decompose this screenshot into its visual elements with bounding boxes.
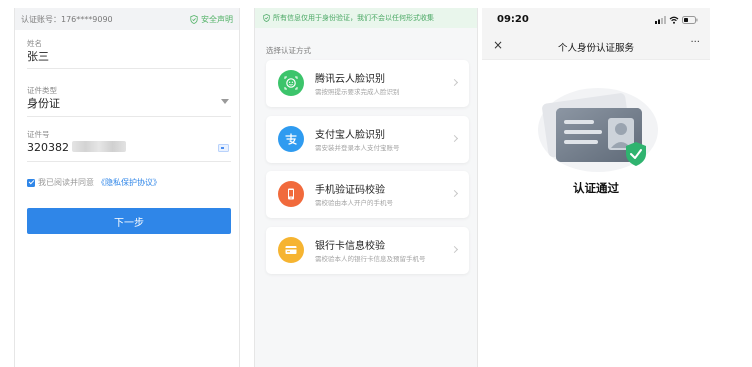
phone-icon [278,181,304,207]
next-button[interactable]: 下一步 [27,208,231,234]
method-title: 腾讯云人脸识别 [315,74,385,85]
redacted-blur [72,141,126,152]
wifi-icon [669,16,679,24]
verification-success-text: 认证通过 [573,181,619,195]
method-title: 银行卡信息校验 [315,241,385,252]
status-bar: 09:20 [482,8,710,32]
method-subtitle: 需按照提示要求完成人脸识别 [315,88,400,96]
method-bank-card[interactable]: 银行卡信息校验 需校验本人的银行卡信息及预留手机号 [266,227,469,274]
method-title: 手机验证码校验 [315,185,385,196]
shield-icon [190,14,198,24]
method-phone-code[interactable]: 手机验证码校验 需校验由本人开户的手机号 [266,171,469,218]
name-field[interactable]: 姓名 张三 [27,39,231,69]
shield-icon [263,14,270,22]
privacy-agreement-link[interactable]: 《隐私保护协议》 [97,177,161,188]
name-label: 姓名 [27,39,42,48]
signal-icon [655,16,666,24]
agreement-checkbox[interactable] [27,178,35,187]
id-number-label: 证件号 [27,130,50,139]
screenshot-stage: 认证账号：176****9090 安全声明 姓名 张三 证件类型 身份证 证件号… [0,0,752,367]
account-value: 176****9090 [61,14,113,24]
account-label: 认证账号： [21,14,61,24]
chevron-right-icon [450,245,459,254]
more-icon[interactable]: ··· [690,37,700,48]
agreement-row: 我已阅读并同意 《隐私保护协议》 [27,177,161,188]
account-bar: 认证账号：176****9090 安全声明 [15,8,239,30]
chevron-right-icon [450,189,459,198]
id-card-scan-icon[interactable] [218,144,229,152]
id-type-label: 证件类型 [27,86,57,95]
security-notice-link[interactable]: 安全声明 [190,14,233,25]
method-subtitle: 需安装并登录本人支付宝账号 [315,144,400,152]
security-notice-label: 安全声明 [201,14,233,24]
method-select-panel: 所有信息仅用于身份验证，我们不会以任何形式收集 选择认证方式 腾讯云人脸识别 需… [254,8,478,367]
chevron-right-icon [450,134,459,143]
id-type-value: 身份证 [27,97,60,110]
method-alipay-face[interactable]: 支付宝人脸识别 需安装并登录本人支付宝账号 [266,116,469,163]
status-icons [655,16,698,24]
identity-form-panel: 认证账号：176****9090 安全声明 姓名 张三 证件类型 身份证 证件号… [14,8,240,367]
privacy-notice-bar: 所有信息仅用于身份验证，我们不会以任何形式收集 [255,8,477,28]
method-tencent-face[interactable]: 腾讯云人脸识别 需按照提示要求完成人脸识别 [266,60,469,107]
id-number-value: 320382 [27,141,69,154]
battery-icon [682,16,698,24]
id-number-field[interactable]: 证件号 320382 [27,130,231,162]
face-scan-icon [278,70,304,96]
method-subtitle: 需校验本人的银行卡信息及预留手机号 [315,255,426,263]
id-card-verified-illustration [538,88,658,172]
account-info: 认证账号：176****9090 [21,14,113,25]
method-title: 支付宝人脸识别 [315,130,385,141]
privacy-notice-text: 所有信息仅用于身份验证，我们不会以任何形式收集 [273,14,434,22]
chevron-down-icon [221,99,229,104]
id-number-input[interactable]: 320382 [27,140,231,156]
result-panel: 09:20 × 个人身份认证服务 ··· 认证通过 [482,8,710,367]
id-type-select[interactable]: 证件类型 身份证 [27,86,231,117]
alipay-icon [278,126,304,152]
status-time: 09:20 [497,14,529,25]
agreement-text: 我已阅读并同意 [38,178,94,187]
name-input[interactable]: 张三 [27,49,231,65]
method-subtitle: 需校验由本人开户的手机号 [315,199,393,207]
section-title: 选择认证方式 [266,46,311,55]
page-title: 个人身份认证服务 [557,43,634,54]
chevron-right-icon [450,78,459,87]
bank-card-icon [278,237,304,263]
nav-bar: × 个人身份认证服务 ··· [482,32,710,60]
